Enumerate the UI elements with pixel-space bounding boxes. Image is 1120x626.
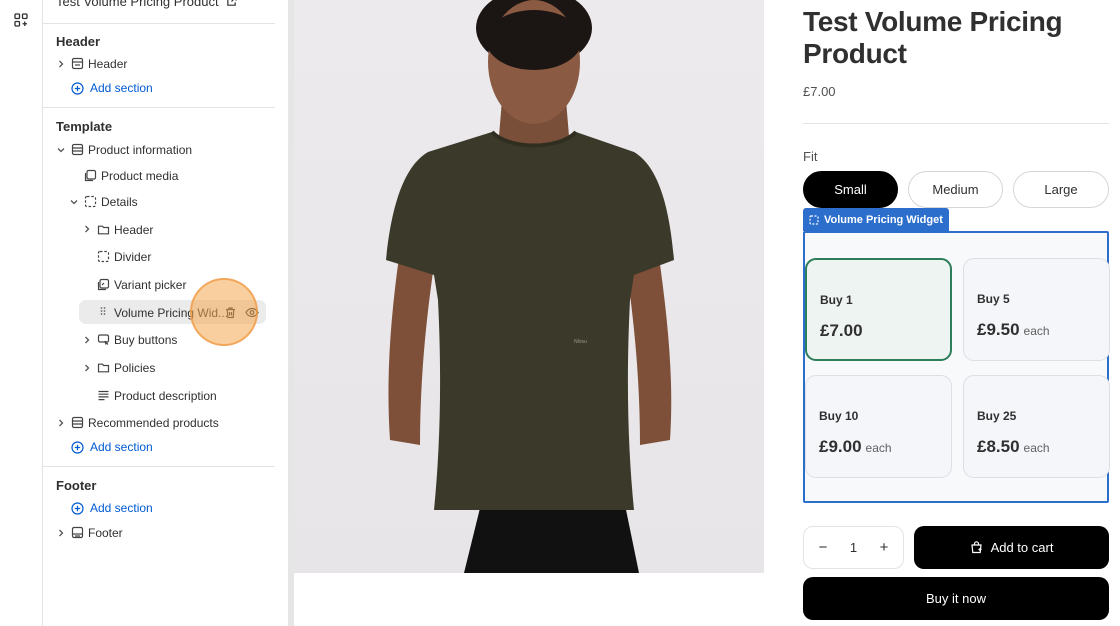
section-icon bbox=[71, 143, 84, 156]
add-section-template-button[interactable]: Add section bbox=[71, 440, 153, 454]
tier-each-label: each bbox=[1023, 441, 1050, 455]
group-template-title: Template bbox=[56, 119, 113, 134]
tier-buy-10[interactable]: Buy 10 £9.00 each bbox=[805, 375, 952, 478]
sidebar-item-variant-picker[interactable]: Variant picker bbox=[114, 278, 186, 292]
sidebar-item-product-description[interactable]: Product description bbox=[114, 389, 217, 403]
header-layout-icon bbox=[71, 57, 84, 70]
block-dashed-icon bbox=[809, 214, 819, 225]
add-to-cart-label: Add to cart bbox=[990, 540, 1054, 555]
volume-pricing-widget-tag[interactable]: Volume Pricing Widget bbox=[803, 208, 949, 231]
tier-quantity: Buy 5 bbox=[977, 292, 1010, 306]
tier-quantity: Buy 1 bbox=[820, 293, 853, 307]
storefront-preview: Nhisu Test Volume Pricing Product £7.00 … bbox=[294, 0, 1120, 626]
group-header-title: Header bbox=[56, 34, 101, 49]
tier-buy-5[interactable]: Buy 5 £9.50 each bbox=[963, 258, 1110, 361]
page-title-text: Test Volume Pricing Product bbox=[56, 0, 219, 9]
section-icon bbox=[71, 416, 84, 429]
tier-quantity: Buy 25 bbox=[977, 409, 1017, 423]
fit-option-medium[interactable]: Medium bbox=[908, 171, 1003, 208]
sidebar-item-divider[interactable]: Divider bbox=[114, 250, 151, 264]
product-title: Test Volume Pricing Product bbox=[803, 6, 1063, 69]
tier-price: £7.00 bbox=[820, 321, 863, 341]
product-price: £7.00 bbox=[803, 84, 836, 99]
chevron-right-icon[interactable] bbox=[56, 418, 66, 428]
sidebar-item-policies[interactable]: Policies bbox=[114, 361, 155, 375]
tier-price: £9.00 each bbox=[819, 437, 892, 457]
tier-each-label: each bbox=[865, 441, 892, 455]
product-image[interactable]: Nhisu bbox=[294, 0, 764, 573]
quantity-increase-button[interactable]: + bbox=[877, 539, 891, 556]
sidebar-item-details-header[interactable]: Header bbox=[114, 223, 153, 237]
sidebar-item-recommended-products[interactable]: Recommended products bbox=[88, 416, 219, 430]
chevron-right-icon[interactable] bbox=[56, 528, 66, 538]
tier-price-value: £8.50 bbox=[977, 437, 1020, 456]
tier-each-label: each bbox=[1023, 324, 1050, 338]
add-section-label: Add section bbox=[90, 81, 153, 95]
tier-price-value: £9.50 bbox=[977, 320, 1020, 339]
plus-circle-icon bbox=[71, 81, 84, 95]
folder-icon bbox=[97, 363, 110, 373]
chevron-right-icon[interactable] bbox=[82, 363, 92, 373]
tier-price: £9.50 each bbox=[977, 320, 1050, 340]
chevron-down-icon[interactable] bbox=[56, 145, 66, 155]
shirt-print-mark: Nhisu bbox=[574, 339, 587, 345]
chevron-right-icon[interactable] bbox=[82, 335, 92, 345]
tier-buy-1[interactable]: Buy 1 £7.00 bbox=[805, 258, 952, 361]
plus-circle-icon bbox=[71, 501, 84, 515]
external-link-icon[interactable] bbox=[226, 0, 237, 7]
buy-it-now-button[interactable]: Buy it now bbox=[803, 577, 1109, 620]
divider bbox=[43, 466, 275, 467]
tier-buy-25[interactable]: Buy 25 £8.50 each bbox=[963, 375, 1110, 478]
media-icon bbox=[84, 169, 97, 182]
sidebar-item-details[interactable]: Details bbox=[101, 195, 138, 209]
sidebar-item-buy-buttons[interactable]: Buy buttons bbox=[114, 333, 177, 347]
fit-option-small[interactable]: Small bbox=[803, 171, 898, 208]
plus-circle-icon bbox=[71, 440, 84, 454]
drag-handle-icon[interactable] bbox=[98, 306, 108, 316]
fit-option-large[interactable]: Large bbox=[1013, 171, 1109, 208]
tier-price-value: £9.00 bbox=[819, 437, 862, 456]
add-section-label: Add section bbox=[90, 440, 153, 454]
volume-pricing-widget[interactable]: Buy 1 £7.00 Buy 5 £9.50 each Buy 10 £9.00… bbox=[803, 231, 1110, 503]
chevron-right-icon[interactable] bbox=[56, 59, 66, 69]
chevron-down-icon[interactable] bbox=[69, 197, 79, 207]
block-dashed-icon bbox=[97, 250, 110, 263]
block-dashed-icon bbox=[84, 195, 97, 208]
click-cursor-indicator bbox=[190, 278, 258, 346]
variant-picker-icon bbox=[97, 278, 110, 291]
divider bbox=[43, 107, 275, 108]
quantity-value[interactable]: 1 bbox=[850, 540, 857, 555]
divider bbox=[43, 23, 275, 24]
page-title: Test Volume Pricing Product bbox=[56, 0, 237, 9]
footer-layout-icon bbox=[71, 526, 84, 539]
add-section-footer-button[interactable]: Add section bbox=[71, 501, 153, 515]
apps-icon[interactable] bbox=[14, 13, 28, 27]
folder-icon bbox=[97, 225, 110, 235]
fit-label: Fit bbox=[803, 149, 818, 164]
theme-editor-sidebar: Test Volume Pricing Product Header Heade… bbox=[43, 0, 288, 626]
quantity-stepper[interactable]: − 1 + bbox=[803, 526, 904, 569]
add-section-label: Add section bbox=[90, 501, 153, 515]
widget-tag-label: Volume Pricing Widget bbox=[824, 213, 943, 226]
group-footer-title: Footer bbox=[56, 478, 97, 493]
text-lines-icon bbox=[98, 390, 109, 401]
chevron-right-icon[interactable] bbox=[82, 224, 92, 234]
model-illustration: Nhisu bbox=[386, 0, 674, 573]
sidebar-item-product-information[interactable]: Product information bbox=[88, 143, 192, 157]
add-to-cart-button[interactable]: Add to cart bbox=[914, 526, 1109, 569]
tier-price-value: £7.00 bbox=[820, 321, 863, 340]
quantity-decrease-button[interactable]: − bbox=[816, 539, 830, 556]
sidebar-item-product-media[interactable]: Product media bbox=[101, 169, 178, 183]
tier-price: £8.50 each bbox=[977, 437, 1050, 457]
cart-add-icon bbox=[970, 541, 982, 554]
sidebar-item-footer[interactable]: Footer bbox=[88, 526, 123, 540]
tier-quantity: Buy 10 bbox=[819, 409, 859, 423]
divider bbox=[803, 123, 1109, 124]
sidebar-item-header[interactable]: Header bbox=[88, 57, 127, 71]
add-section-header-button[interactable]: Add section bbox=[71, 81, 153, 95]
buy-buttons-icon bbox=[97, 334, 110, 345]
app-rail bbox=[0, 0, 43, 626]
